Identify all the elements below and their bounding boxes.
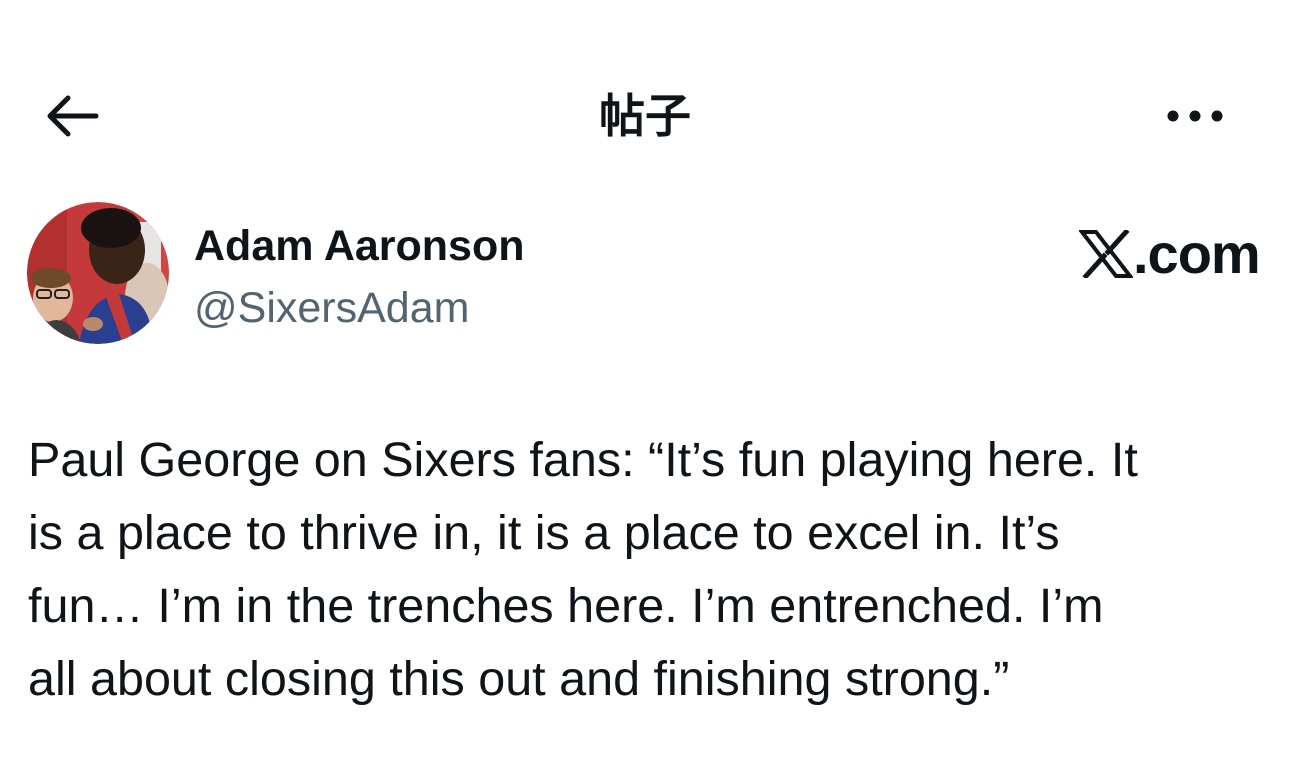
top-navigation-bar: 帖子	[0, 70, 1290, 162]
post-text-line: all about closing this out and finishing…	[28, 652, 1010, 706]
more-horizontal-icon	[1167, 110, 1223, 122]
brand-suffix: .com	[1133, 222, 1261, 285]
post-text-line: fun… I’m in the trenches here. I’m entre…	[28, 579, 1104, 633]
author-handle[interactable]: @SixersAdam	[194, 282, 469, 334]
page-title: 帖子	[599, 89, 691, 143]
profile-photo	[27, 202, 169, 344]
post-text: Paul George on Sixers fans: “It’s fun pl…	[28, 424, 1268, 716]
avatar[interactable]	[27, 202, 169, 344]
post-text-line: Paul George on Sixers fans: “It’s fun pl…	[28, 433, 1138, 487]
x-logo-icon	[1079, 230, 1133, 278]
post-text-line: is a place to thrive in, it is a place t…	[28, 506, 1060, 560]
author-name[interactable]: Adam Aaronson	[194, 220, 525, 272]
x-com-brand: .com	[1079, 222, 1269, 286]
more-options-button[interactable]	[1160, 94, 1230, 138]
post-author: Adam Aaronson @SixersAdam .com	[27, 202, 1267, 348]
